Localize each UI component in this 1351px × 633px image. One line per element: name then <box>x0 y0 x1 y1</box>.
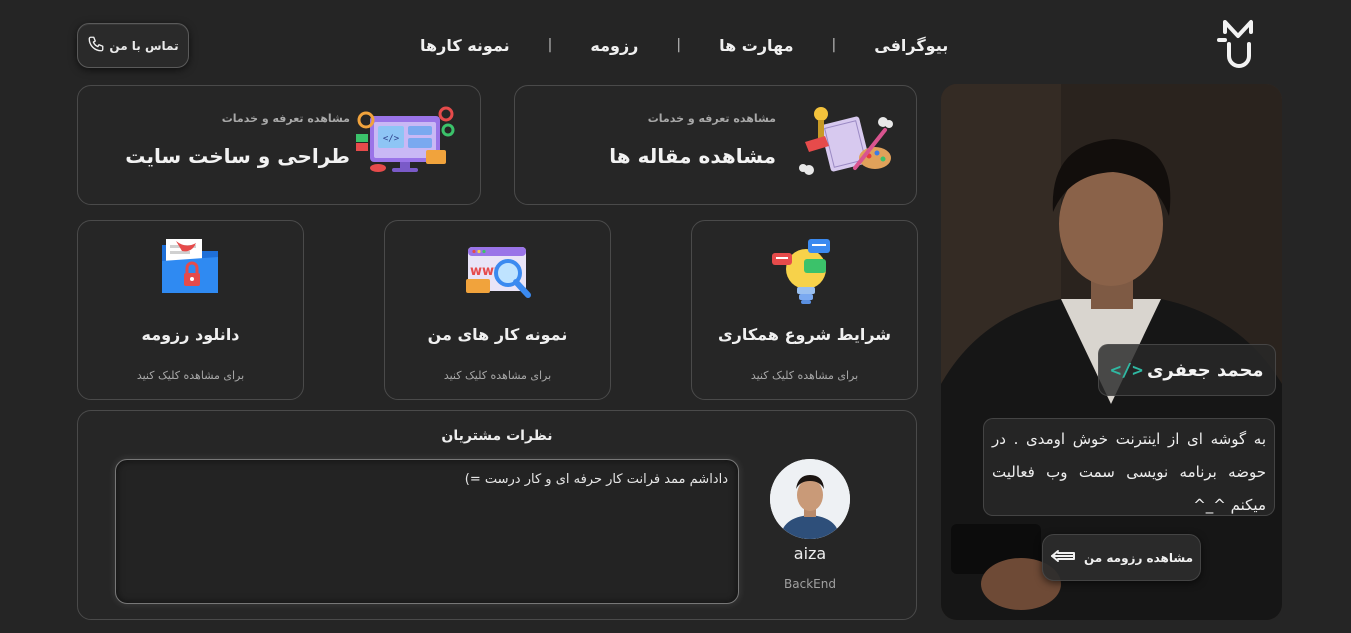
idea-bulb-icon <box>770 233 840 313</box>
testimonial-name: aiza <box>793 544 827 563</box>
nav-biography[interactable]: بیوگرافی <box>874 36 948 55</box>
code-tag-icon: </> <box>1110 359 1143 381</box>
testimonials-title: نظرات مشتریان <box>441 428 553 444</box>
nav-divider: | <box>831 37 837 53</box>
profile-bio: به گوشه ای از اینترنت خوش اومدی . در حوض… <box>983 418 1275 516</box>
arrow-left-icon <box>1050 549 1076 566</box>
articles-card[interactable]: مشاهده تعرفه و خدمات مشاهده مقاله ها <box>514 85 917 205</box>
navbar: بیوگرافی | مهارت ها | رزومه | نمونه کاره… <box>0 0 1351 85</box>
download-resume-card-subtitle: برای مشاهده کلیک کنید <box>136 369 245 382</box>
testimonial-text: داداشم ممد فرانت کار حرفه ای و کار درست … <box>464 472 728 487</box>
contact-button[interactable]: تماس با من <box>77 23 189 68</box>
articles-card-title: مشاهده مقاله ها <box>609 144 776 168</box>
web-design-card[interactable]: </> مشاهده تعرفه و خدمات طراحی و ساخت سا… <box>77 85 481 205</box>
download-resume-card-title: دانلود رزومه <box>141 325 240 344</box>
articles-card-subtitle: مشاهده تعرفه و خدمات <box>647 112 776 125</box>
portfolio-card-subtitle: برای مشاهده کلیک کنید <box>443 369 552 382</box>
testimonials-section: نظرات مشتریان داداشم ممد فرانت کار حرفه … <box>77 410 917 620</box>
web-design-icon: </> <box>356 106 458 180</box>
phone-icon <box>87 35 105 56</box>
testimonial-role: BackEnd <box>784 577 836 591</box>
web-design-card-subtitle: مشاهده تعرفه و خدمات <box>221 112 350 125</box>
testimonial-avatar <box>770 459 850 539</box>
nav-links: بیوگرافی | مهارت ها | رزومه | نمونه کاره… <box>420 32 948 58</box>
profile-name-badge: محمد جعفری </> <box>1098 344 1276 396</box>
nav-resume[interactable]: رزومه <box>590 36 638 55</box>
web-design-card-title: طراحی و ساخت سایت <box>125 144 350 168</box>
testimonial-text-box: داداشم ممد فرانت کار حرفه ای و کار درست … <box>115 459 739 604</box>
portfolio-card-title: نمونه کار های من <box>427 325 568 344</box>
profile-name: محمد جعفری <box>1146 359 1264 381</box>
view-resume-button[interactable]: مشاهده رزومه من <box>1042 534 1201 581</box>
cooperation-card-subtitle: برای مشاهده کلیک کنید <box>750 369 859 382</box>
contact-button-label: تماس با من <box>109 38 179 53</box>
locked-folder-icon <box>158 233 224 303</box>
nav-divider: | <box>676 37 682 53</box>
profile-hero: محمد جعفری </> به گوشه ای از اینترنت خوش… <box>941 84 1282 620</box>
www-search-icon: www <box>462 233 534 305</box>
svg-text:</>: </> <box>383 134 400 144</box>
download-resume-card[interactable]: دانلود رزومه برای مشاهده کلیک کنید <box>77 220 304 400</box>
art-tools-icon <box>799 106 895 180</box>
logo[interactable] <box>1216 18 1262 72</box>
nav-portfolio[interactable]: نمونه کارها <box>420 36 510 55</box>
nav-skills[interactable]: مهارت ها <box>719 36 793 55</box>
cooperation-card-title: شرایط شروع همکاری <box>717 325 892 344</box>
nav-divider: | <box>547 37 553 53</box>
view-resume-label: مشاهده رزومه من <box>1083 550 1194 565</box>
cooperation-card[interactable]: شرایط شروع همکاری برای مشاهده کلیک کنید <box>691 220 918 400</box>
portfolio-card[interactable]: www نمونه کار های من برای مشاهده کلیک کن… <box>384 220 611 400</box>
